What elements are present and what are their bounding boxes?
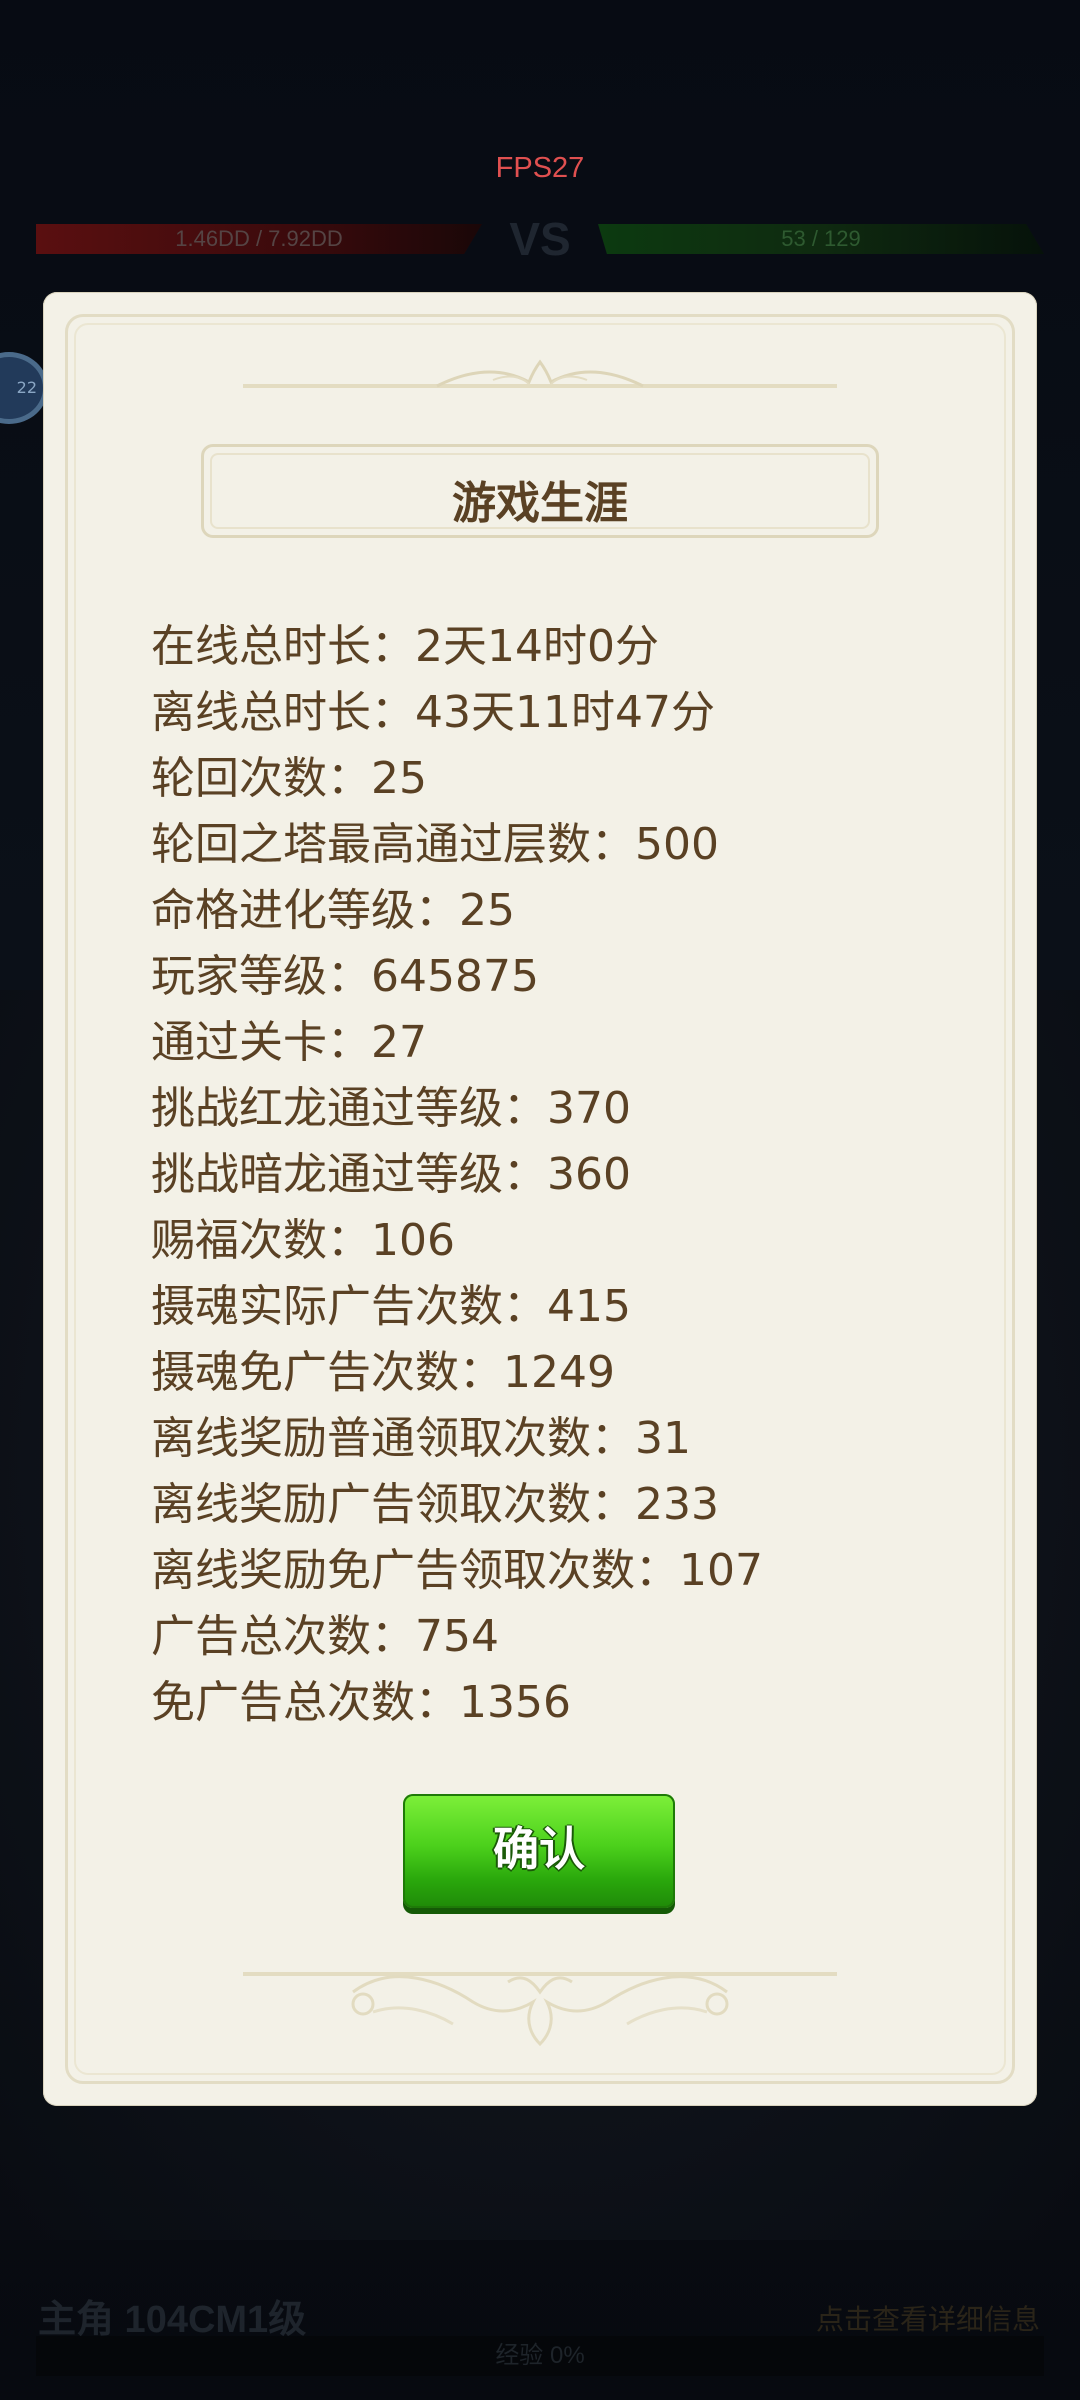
vs-label: VS <box>509 213 571 265</box>
fps-counter: FPS27 <box>495 152 585 184</box>
stat-offline-normal-claims: 离线奖励普通领取次数：31 <box>151 1413 691 1464</box>
stat-destiny-evolution-level: 命格进化等级：25 <box>151 885 515 936</box>
dialog-title-frame: 游戏生涯 <box>201 444 879 538</box>
stat-player-level: 玩家等级：645875 <box>151 951 539 1002</box>
stat-online-time: 在线总时长：2天14时0分 <box>151 621 659 672</box>
stat-stages-cleared: 通过关卡：27 <box>151 1017 427 1068</box>
stat-reincarnation-count: 轮回次数：25 <box>151 753 427 804</box>
enemy-hp-bar: 53 / 129 <box>598 224 1044 254</box>
stat-red-dragon-level: 挑战红龙通过等级：370 <box>151 1083 631 1134</box>
detail-link[interactable]: 点击查看详细信息 <box>816 2298 1040 2338</box>
stat-offline-ad-free-claims: 离线奖励免广告领取次数：107 <box>151 1545 763 1596</box>
stat-total-ad-free: 免广告总次数：1356 <box>151 1677 571 1728</box>
player-hp-bar: 1.46DD / 7.92DD <box>36 224 482 254</box>
side-level-badge[interactable]: 22 <box>0 352 48 424</box>
stat-soul-ad-free-count: 摄魂免广告次数：1249 <box>151 1347 615 1398</box>
stat-offline-time: 离线总时长：43天11时47分 <box>151 687 715 738</box>
stat-dark-dragon-level: 挑战暗龙通过等级：360 <box>151 1149 631 1200</box>
confirm-button[interactable]: 确认 <box>403 1794 675 1908</box>
game-screen: FPS27 1.46DD / 7.92DD VS 53 / 129 22 主角 … <box>0 0 1080 2400</box>
bottom-ornament-icon <box>351 1975 729 2047</box>
stat-blessing-count: 赐福次数：106 <box>151 1215 455 1266</box>
experience-bar: 经验 0% <box>36 2336 1044 2376</box>
career-dialog: 游戏生涯 在线总时长：2天14时0分 离线总时长：43天11时47分 轮回次数：… <box>43 292 1037 2106</box>
stat-offline-ad-claims: 离线奖励广告领取次数：233 <box>151 1479 719 1530</box>
confirm-button-label: 确认 <box>493 1822 585 1876</box>
stat-soul-ad-count: 摄魂实际广告次数：415 <box>151 1281 631 1332</box>
stat-tower-highest-floor: 轮回之塔最高通过层数：500 <box>151 819 719 870</box>
stat-total-ads: 广告总次数：754 <box>151 1611 499 1662</box>
dialog-title: 游戏生涯 <box>452 478 628 529</box>
top-ornament-icon <box>436 359 644 388</box>
career-stats-list: 在线总时长：2天14时0分 离线总时长：43天11时47分 轮回次数：25 轮回… <box>151 614 971 1736</box>
hero-level-label: 主角 104CM1级 <box>38 2299 307 2341</box>
